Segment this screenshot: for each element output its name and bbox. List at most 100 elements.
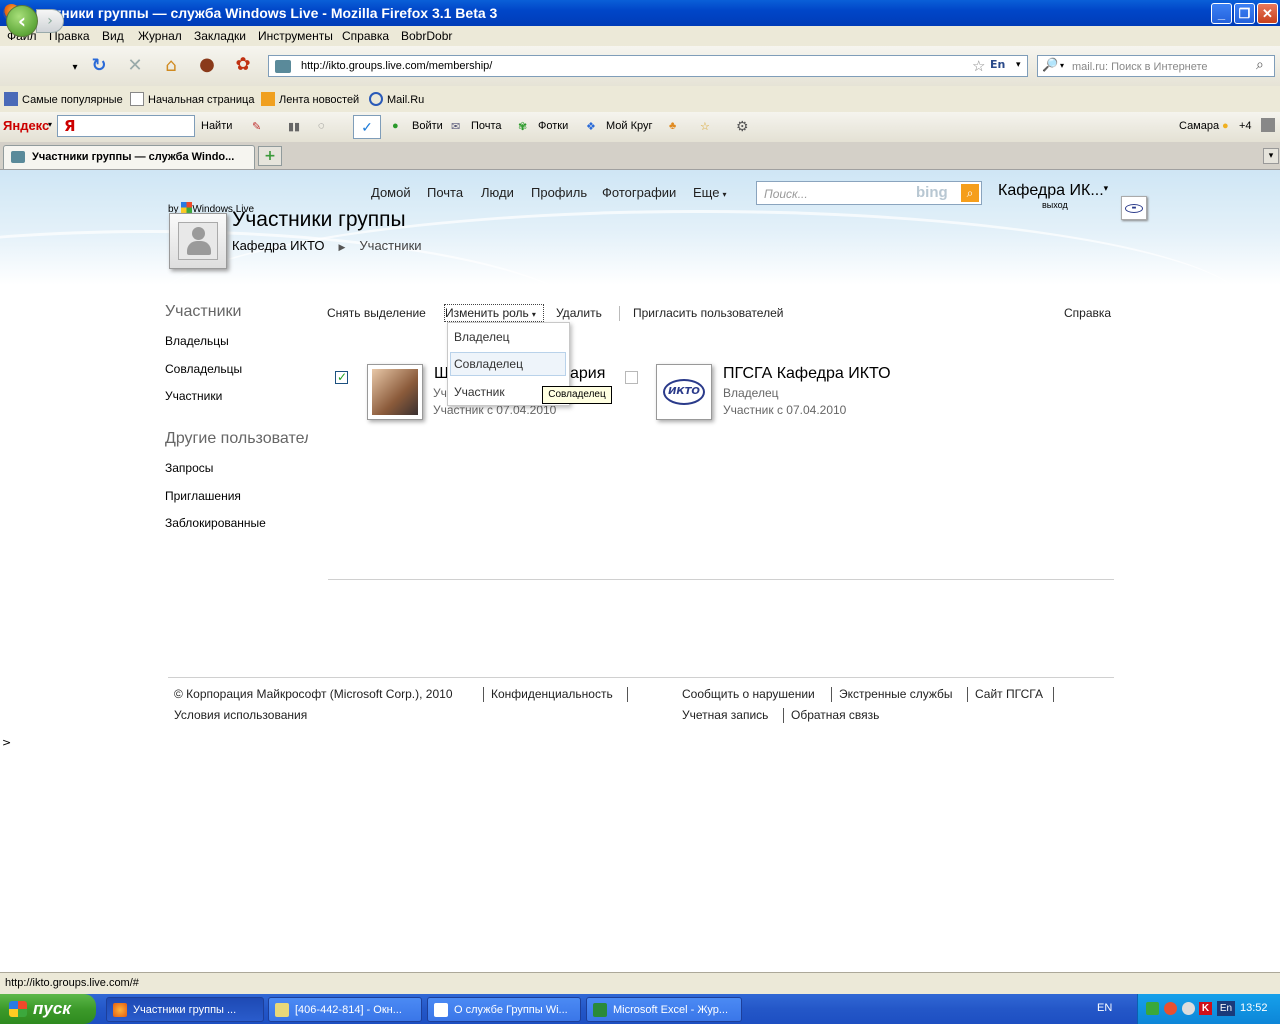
taskbar-item-window[interactable]: [406-442-814] - Окн...: [268, 997, 422, 1022]
maximize-button[interactable]: ❐: [1234, 3, 1255, 24]
footer-terms-link[interactable]: Условия использования: [174, 708, 307, 722]
search-go-icon[interactable]: ⌕: [1256, 57, 1264, 73]
taskbar-item-firefox[interactable]: Участники группы ...: [106, 997, 264, 1022]
tab-list-dropdown-icon[interactable]: ▾: [1263, 148, 1279, 164]
history-dropdown-icon[interactable]: ▾: [64, 58, 86, 78]
yandex-login-button[interactable]: Войти: [412, 120, 443, 132]
footer-site-link[interactable]: Сайт ПГСГА: [975, 687, 1043, 701]
sidebar-item-owners[interactable]: Владельцы: [165, 334, 229, 348]
yandex-mail-button[interactable]: Почта: [471, 120, 502, 132]
network-icon[interactable]: [1146, 1002, 1159, 1015]
footer-feedback-link[interactable]: Обратная связь: [791, 708, 879, 722]
invite-users-link[interactable]: Пригласить пользователей: [633, 306, 783, 320]
page-search-input[interactable]: Поиск...: [756, 181, 982, 205]
yandex-menu-icon[interactable]: ▾: [48, 120, 52, 129]
member-name-tail[interactable]: ария: [570, 365, 605, 383]
search-bar[interactable]: 🔎 ▾ mail.ru: Поиск в Интернете ⌕: [1037, 55, 1275, 77]
chat-icon[interactable]: ◌: [318, 120, 325, 132]
address-bar[interactable]: http://ikto.groups.live.com/membership/ …: [268, 55, 1028, 77]
nav-people[interactable]: Люди: [481, 185, 514, 200]
signal-icon[interactable]: ▮▮: [288, 120, 300, 133]
url-dropdown-icon[interactable]: ▾: [1016, 60, 1021, 70]
spellcheck-icon[interactable]: ✓: [353, 115, 381, 139]
forward-button[interactable]: ›: [36, 9, 64, 33]
language-indicator[interactable]: EN: [1097, 1002, 1112, 1014]
account-name[interactable]: Кафедра ИК...▾: [998, 182, 1108, 200]
tray-language[interactable]: En: [1217, 1001, 1235, 1016]
member-checkbox[interactable]: ✓: [335, 370, 348, 384]
circle-icon[interactable]: ❖: [586, 120, 596, 133]
bookmark-most-visited[interactable]: Самые популярные: [4, 92, 123, 106]
menu-view[interactable]: Вид: [102, 29, 124, 43]
photos-icon[interactable]: ✾: [518, 120, 527, 133]
language-badge[interactable]: En: [990, 58, 1005, 71]
login-icon[interactable]: ●: [392, 120, 399, 132]
home-icon[interactable]: ⌂: [160, 56, 182, 76]
search-icon[interactable]: ⌕: [961, 184, 979, 202]
nav-more[interactable]: Еще ▾: [693, 185, 726, 200]
paw-icon[interactable]: ✿: [232, 55, 254, 75]
bookmarks-icon[interactable]: ♣: [669, 120, 676, 132]
weather-city[interactable]: Самара: [1179, 120, 1219, 132]
account-avatar[interactable]: ▬: [1121, 196, 1147, 220]
yandex-photos-button[interactable]: Фотки: [538, 120, 568, 132]
deselect-link[interactable]: Снять выделение: [327, 306, 426, 320]
sidebar-item-requests[interactable]: Запросы: [165, 461, 213, 475]
menu-bookmarks[interactable]: Закладки: [194, 29, 246, 43]
start-button[interactable]: пуск: [0, 994, 96, 1024]
member-avatar[interactable]: [367, 364, 423, 420]
toolbar-extra-icon[interactable]: [1261, 118, 1275, 132]
yandex-search-input[interactable]: Я: [57, 115, 195, 137]
taskbar-item-groups[interactable]: О службе Группы Wi...: [427, 997, 581, 1022]
favorites-star-icon[interactable]: ☆: [700, 120, 710, 133]
back-button[interactable]: ‹: [6, 5, 38, 37]
bookmark-star-icon[interactable]: ☆: [972, 57, 985, 75]
nav-photos[interactable]: Фотографии: [602, 185, 676, 200]
taskbar-item-excel[interactable]: Microsoft Excel - Жур...: [586, 997, 742, 1022]
marker-icon[interactable]: ✎: [252, 120, 261, 133]
new-tab-button[interactable]: +: [258, 146, 282, 166]
window-title-bar[interactable]: Участники группы — служба Windows Live -…: [0, 0, 1280, 26]
nav-profile[interactable]: Профиль: [531, 185, 587, 200]
nav-mail[interactable]: Почта: [427, 185, 463, 200]
sidebar-item-members[interactable]: Участники: [165, 389, 222, 403]
engine-dropdown-icon[interactable]: ▾: [1060, 61, 1064, 70]
footer-report-link[interactable]: Сообщить о нарушении: [682, 687, 815, 701]
settings-gear-icon[interactable]: ⚙: [736, 118, 749, 135]
stop-icon[interactable]: ✕: [124, 56, 146, 76]
breadcrumb-group[interactable]: Кафедра ИКТО: [232, 238, 325, 253]
footer-emergency-link[interactable]: Экстренные службы: [839, 687, 953, 701]
bookmark-mailru[interactable]: Mail.Ru: [369, 92, 424, 106]
role-option-owner[interactable]: Владелец: [454, 330, 510, 344]
yandex-logo[interactable]: Яндекс: [3, 118, 49, 133]
yandex-find-button[interactable]: Найти: [201, 120, 232, 132]
bookmark-start-page[interactable]: Начальная страница: [130, 92, 254, 106]
close-button[interactable]: ✕: [1257, 3, 1278, 24]
member-checkbox[interactable]: [625, 371, 638, 384]
weather-temp[interactable]: +4: [1239, 120, 1252, 132]
help-link[interactable]: Справка: [1064, 306, 1111, 320]
reload-icon[interactable]: ↻: [88, 56, 110, 76]
search-engine-icon[interactable]: 🔎: [1042, 58, 1058, 73]
menu-tools[interactable]: Инструменты: [258, 29, 333, 43]
sidebar-item-coowners[interactable]: Совладельцы: [165, 362, 242, 376]
sidebar-item-invitations[interactable]: Приглашения: [165, 489, 241, 503]
footer-account-link[interactable]: Учетная запись: [682, 708, 768, 722]
minimize-button[interactable]: _: [1211, 3, 1232, 24]
role-option-coowner[interactable]: Совладелец: [454, 357, 523, 371]
clock[interactable]: 13:52: [1240, 1002, 1268, 1014]
tab-group-members[interactable]: Участники группы — служба Windo...: [3, 145, 255, 169]
delete-link[interactable]: Удалить: [556, 306, 602, 320]
sign-out-link[interactable]: выход: [1042, 200, 1068, 210]
bobrdobr-icon[interactable]: ●: [196, 55, 218, 75]
role-option-member[interactable]: Участник: [454, 385, 505, 399]
mail-icon[interactable]: ✉: [451, 120, 460, 133]
menu-bobrdobr[interactable]: BobrDobr: [401, 29, 452, 43]
menu-help[interactable]: Справка: [342, 29, 389, 43]
antivirus-icon[interactable]: [1164, 1002, 1177, 1015]
security-icon[interactable]: [1182, 1002, 1195, 1015]
sidebar-item-blocked[interactable]: Заблокированные: [165, 516, 266, 530]
member-avatar[interactable]: ИКТО: [656, 364, 712, 420]
footer-privacy-link[interactable]: Конфиденциальность: [491, 687, 613, 701]
nav-home[interactable]: Домой: [371, 185, 411, 200]
